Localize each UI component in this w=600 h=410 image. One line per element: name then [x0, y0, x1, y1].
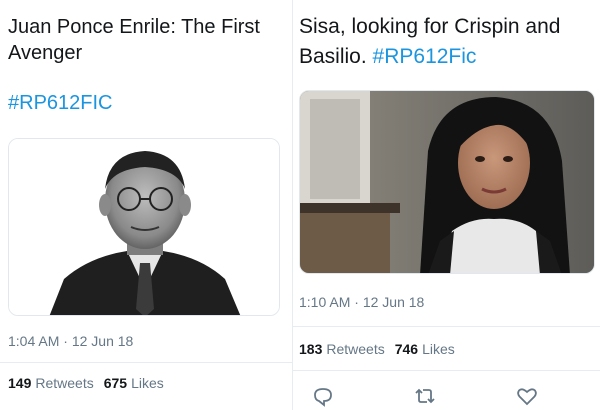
tweet-date: 12 Jun 18: [71, 333, 134, 349]
like-number: 746: [394, 341, 419, 357]
tweet-time: 1:10 AM: [299, 294, 351, 310]
like-number: 675: [103, 375, 128, 391]
tweet-timestamp[interactable]: 1:04 AM · 12 Jun 18: [8, 333, 133, 349]
tweet-time: 1:04 AM: [8, 333, 60, 349]
tweet-text: Juan Ponce Enrile: The First Avenger: [8, 16, 260, 64]
tweet-date: 12 Jun 18: [362, 294, 425, 310]
like-label: Likes: [422, 341, 455, 357]
tweet-text: Sisa, looking for Crispin and Basilio. #…: [299, 12, 599, 72]
tweet-stats: 149 Retweets 675 Likes: [8, 375, 164, 391]
retweet-label: Retweets: [35, 375, 94, 391]
tweet-stats: 183 Retweets 746 Likes: [299, 341, 455, 357]
hashtag-link[interactable]: #RP612Fic: [373, 45, 477, 68]
tweet-timestamp[interactable]: 1:10 AM · 12 Jun 18: [299, 294, 424, 310]
separator: ·: [354, 294, 359, 310]
retweet-count[interactable]: 149 Retweets: [8, 375, 94, 391]
retweet-number: 183: [299, 341, 323, 357]
retweet-number: 149: [8, 375, 32, 391]
retweet-icon[interactable]: [413, 384, 437, 408]
divider: [0, 362, 292, 363]
like-icon[interactable]: [515, 384, 539, 408]
like-count[interactable]: 746 Likes: [395, 341, 455, 357]
like-count[interactable]: 675 Likes: [104, 375, 164, 391]
separator: ·: [63, 333, 68, 349]
like-label: Likes: [131, 375, 164, 391]
retweet-count[interactable]: 183 Retweets: [299, 341, 385, 357]
retweet-label: Retweets: [326, 341, 385, 357]
tweet-card-enrile[interactable]: Juan Ponce Enrile: The First Avenger #RP…: [0, 0, 292, 410]
tweet-actions: [293, 380, 600, 410]
tweet-video-still[interactable]: [299, 90, 595, 274]
divider: [293, 326, 600, 327]
divider: [293, 370, 600, 371]
reply-icon[interactable]: [311, 384, 335, 408]
hashtag-link[interactable]: #RP612FIC: [8, 92, 113, 115]
portrait-photo: [9, 139, 279, 315]
tweet-photo[interactable]: [8, 138, 280, 316]
woman-photo: [300, 91, 594, 273]
tweet-card-sisa[interactable]: Sisa, looking for Crispin and Basilio. #…: [292, 0, 600, 410]
